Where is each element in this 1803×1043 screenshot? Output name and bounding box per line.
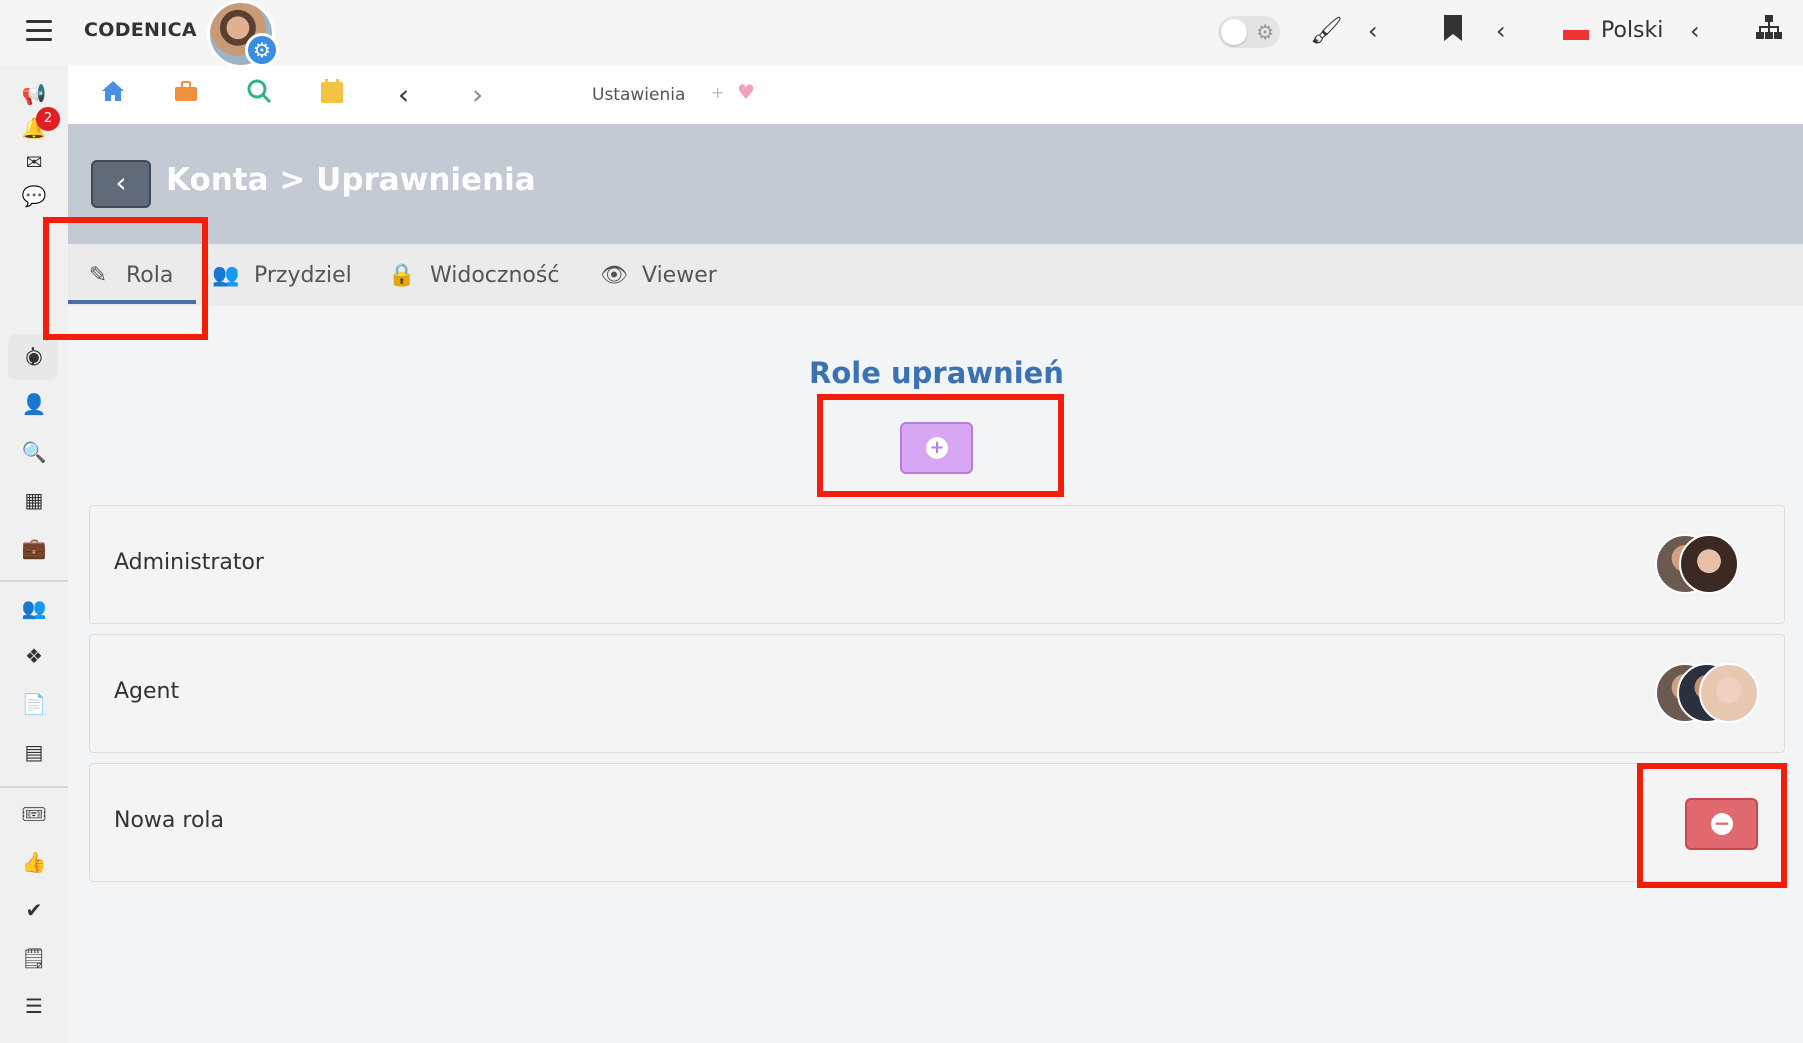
search-icon[interactable]: 🔍 — [20, 438, 48, 466]
eye-icon: 👁 — [600, 262, 628, 288]
tab-widocznosc[interactable]: 🔒 Widoczność — [388, 258, 559, 292]
member-avatar[interactable] — [1679, 534, 1739, 594]
theme-toggle[interactable]: ⚙ — [1218, 16, 1280, 48]
tab-bar: ✎ Rola 👥 Przydziel 🔒 Widoczność 👁 Viewer — [68, 244, 1803, 306]
chevron-left-icon[interactable]: ‹ — [1496, 14, 1506, 48]
member-avatar[interactable] — [1699, 663, 1759, 723]
calendar-icon[interactable]: ▦ — [20, 486, 48, 514]
top-bar: CODENICA ⚙ ⚙ 🖌 ‹ ‹ Polski ‹ — [0, 0, 1803, 68]
hamburger-icon[interactable] — [26, 20, 52, 42]
breadcrumb-item[interactable]: Ustawienia — [592, 85, 685, 105]
tab-label: Przydziel — [254, 262, 352, 288]
page-header: ‹ Konta > Uprawnienia — [68, 124, 1803, 244]
user-check-icon[interactable]: ✔ — [20, 896, 48, 924]
tab-przydziel[interactable]: 👥 Przydziel — [212, 258, 352, 292]
flag-icon — [1563, 30, 1589, 40]
settings-gear-icon[interactable]: ⚙ — [245, 33, 279, 67]
sub-navigation: ‹ › Ustawienia + ♥ — [68, 66, 1803, 124]
thumbs-up-icon[interactable]: 👍 — [20, 848, 48, 876]
sidebar-divider — [0, 786, 68, 788]
briefcase-icon[interactable] — [173, 78, 199, 113]
lock-icon: 🔒 — [388, 262, 416, 288]
language-selector[interactable]: Polski — [1601, 18, 1663, 43]
highlight-box — [817, 394, 1064, 497]
mail-icon[interactable]: ✉ — [20, 148, 48, 176]
building-icon[interactable]: ▤ — [20, 738, 48, 766]
page-title: Konta > Uprawnienia — [166, 162, 536, 198]
user-icon[interactable]: 👤 — [20, 390, 48, 418]
home-icon[interactable] — [100, 78, 126, 113]
task-list-icon[interactable]: ☰ — [20, 992, 48, 1020]
role-row[interactable]: Agent — [89, 634, 1785, 753]
chevron-left-icon[interactable]: ‹ — [398, 78, 409, 112]
role-row[interactable]: Nowa rola − — [89, 763, 1785, 882]
highlight-box — [43, 217, 208, 340]
role-name: Nowa rola — [114, 808, 224, 833]
gear-icon: ⚙ — [1256, 20, 1274, 44]
heart-icon[interactable]: ♥ — [737, 80, 755, 104]
chevron-left-icon[interactable]: ‹ — [1690, 14, 1700, 48]
megaphone-icon[interactable]: 📢 — [20, 80, 48, 108]
users-icon: 👥 — [212, 262, 240, 288]
document-icon[interactable]: 📄 — [20, 690, 48, 718]
toggle-knob — [1221, 19, 1247, 45]
brush-icon[interactable]: 🖌 — [1310, 14, 1343, 48]
search-icon[interactable] — [246, 78, 272, 113]
role-name: Administrator — [114, 550, 264, 575]
brand-logo[interactable]: CODENICA — [84, 19, 197, 41]
bookmark-icon[interactable] — [1442, 14, 1464, 51]
left-sidebar: 📢 🔔 ✉ 💬 ⋮ ◉ 👤 🔍 ▦ 💼 👥 ❖ 📄 ▤ 🎟 👍 ✔ 🗒 ☰ — [0, 66, 68, 1043]
cubes-icon[interactable]: ❖ — [20, 642, 48, 670]
briefcase-icon[interactable]: 💼 — [20, 534, 48, 562]
role-row[interactable]: Administrator — [89, 505, 1785, 624]
users-icon[interactable]: 👥 — [20, 594, 48, 622]
chat-icon[interactable]: 💬 — [20, 182, 48, 210]
ticket-icon[interactable]: 🎟 — [20, 800, 48, 828]
chevron-left-icon[interactable]: ‹ — [1368, 14, 1378, 48]
notification-badge: 2 — [36, 107, 60, 131]
tab-label: Viewer — [642, 262, 717, 288]
sitemap-icon[interactable] — [1755, 14, 1783, 49]
section-title: Role uprawnień — [809, 356, 1064, 390]
highlight-box — [1637, 763, 1787, 888]
add-favorite-icon[interactable]: + — [711, 83, 724, 102]
sidebar-divider — [0, 580, 68, 582]
calendar-icon[interactable] — [320, 78, 344, 113]
chevron-right-icon[interactable]: › — [472, 78, 483, 112]
sticky-note-icon[interactable]: 🗒 — [20, 944, 48, 972]
role-name: Agent — [114, 679, 180, 704]
tab-viewer[interactable]: 👁 Viewer — [600, 258, 717, 292]
back-button[interactable]: ‹ — [91, 160, 151, 208]
tab-label: Widoczność — [430, 262, 560, 288]
